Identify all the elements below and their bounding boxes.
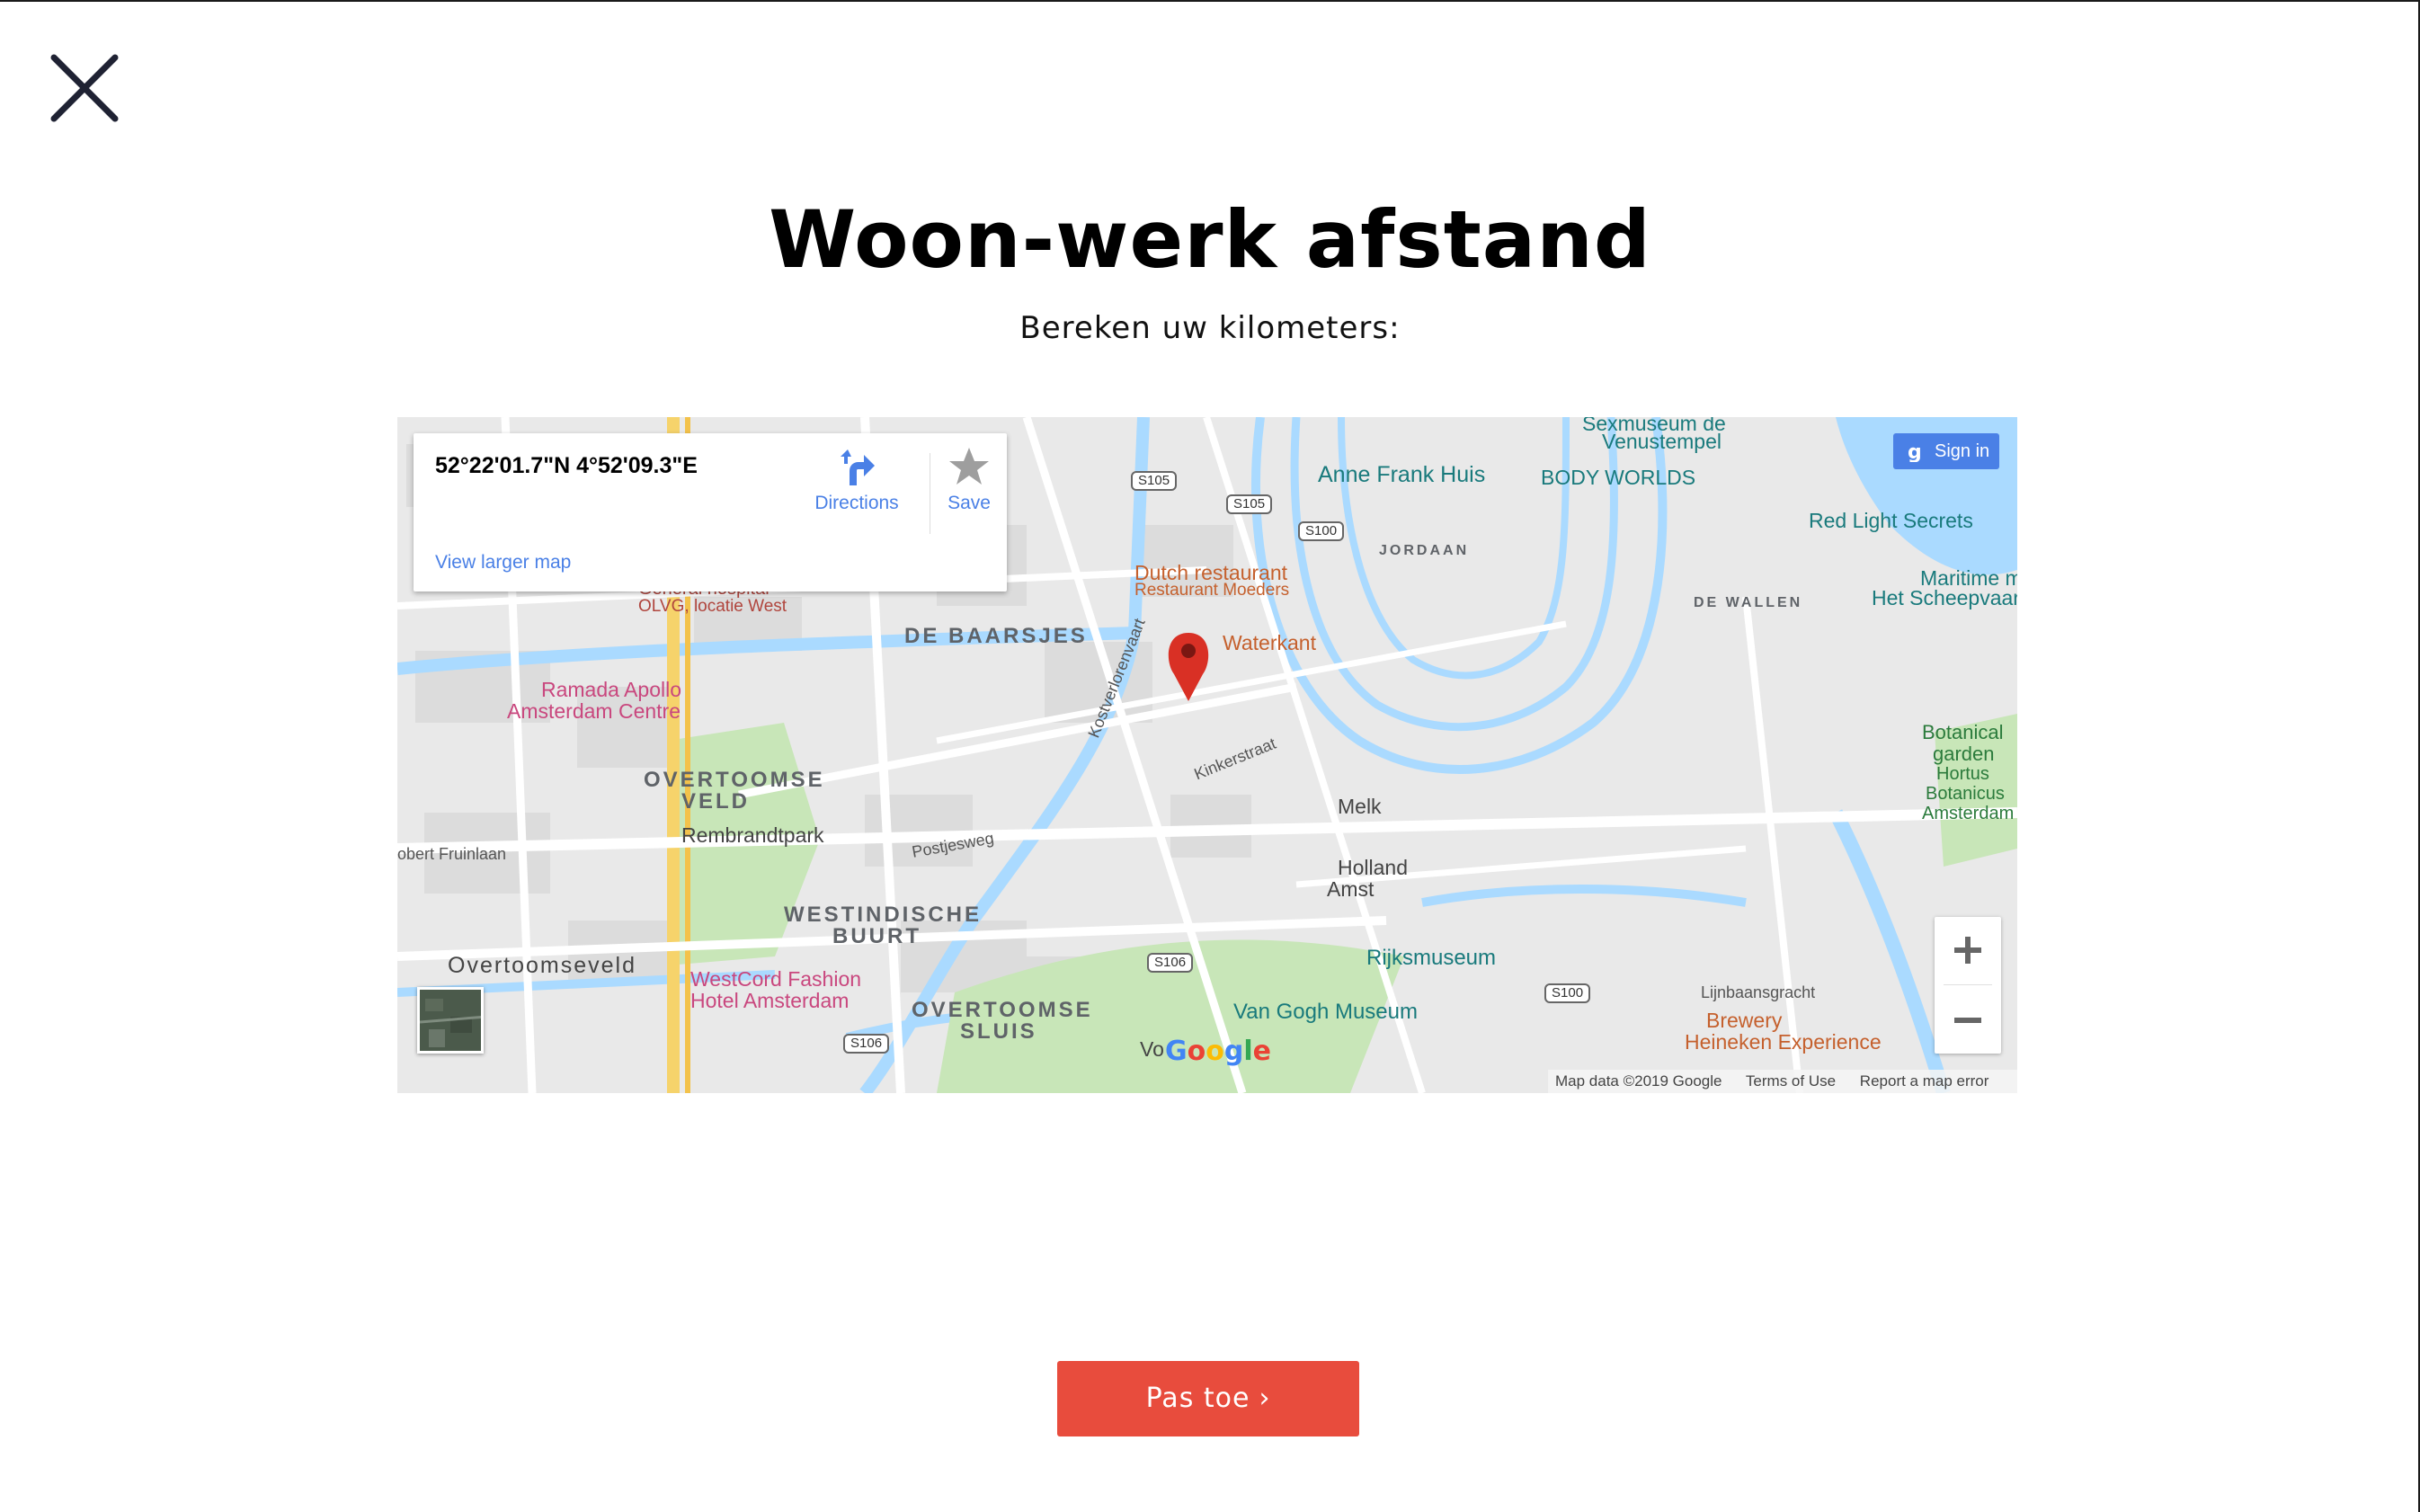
poi-sexmuseum-2[interactable]: Venustempel <box>1602 430 1722 454</box>
map-attribution: Map data ©2019 Google Terms of Use Repor… <box>1548 1070 2017 1093</box>
district-westindische-2: BUURT <box>832 924 921 948</box>
poi-anne-frank[interactable]: Anne Frank Huis <box>1318 462 1485 488</box>
close-icon <box>50 54 119 122</box>
district-de-wallen: DE WALLEN <box>1694 595 1803 610</box>
poi-westcord-2[interactable]: Hotel Amsterdam <box>690 989 849 1013</box>
top-border <box>0 0 2420 2</box>
apply-button[interactable]: Pas toe › <box>1057 1361 1359 1436</box>
poi-brewery-2[interactable]: Heineken Experience <box>1685 1030 1882 1054</box>
road-shield-s105-1: S105 <box>1131 471 1178 491</box>
label-holland-1: Holland <box>1338 856 1408 879</box>
chevron-right-icon: › <box>1259 1383 1271 1414</box>
directions-label: Directions <box>814 493 899 513</box>
directions-button[interactable]: Directions <box>798 448 915 514</box>
poi-general-hospital-2[interactable]: OLVG, locatie West <box>638 597 787 617</box>
poi-maritime-2[interactable]: Het Scheepvaartm <box>1872 586 2017 610</box>
label-holland-2: Amst <box>1327 877 1375 901</box>
label-vo: Vo <box>1140 1037 1164 1061</box>
poi-body-worlds[interactable]: BODY WORLDS <box>1541 466 1695 490</box>
district-overtoomse-sluis-2: SLUIS <box>960 1019 1037 1044</box>
google-logo: Google <box>1165 1036 1272 1067</box>
save-label: Save <box>948 493 991 513</box>
poi-botanical-5[interactable]: Amsterdam <box>1922 804 2014 824</box>
report-map-error-link[interactable]: Report a map error <box>1860 1072 1989 1090</box>
star-icon <box>949 448 989 485</box>
poi-westcord-1[interactable]: WestCord Fashion <box>690 967 861 992</box>
zoom-in-button[interactable] <box>1935 917 2001 983</box>
poi-rijksmuseum[interactable]: Rijksmuseum <box>1366 946 1496 971</box>
close-button[interactable] <box>47 50 122 126</box>
poi-botanical-3[interactable]: Hortus <box>1936 764 1989 785</box>
poi-botanical-1[interactable]: Botanical <box>1922 721 2004 744</box>
satellite-toggle[interactable] <box>417 987 484 1054</box>
poi-waterkant[interactable]: Waterkant <box>1223 631 1316 655</box>
plus-icon <box>1954 937 1981 964</box>
poi-dutch-restaurant-2[interactable]: Restaurant Moeders <box>1134 581 1289 600</box>
map-embed[interactable]: DE BAARSJES OVERTOOMSE VELD WESTINDISCHE… <box>397 417 2017 1093</box>
label-lijnbaansgracht: Lijnbaansgracht <box>1701 983 1816 1001</box>
view-larger-map-link[interactable]: View larger map <box>435 552 571 574</box>
poi-botanical-4[interactable]: Botanicus <box>1926 784 2005 805</box>
road-shield-s100-1: S100 <box>1298 521 1345 541</box>
label-overtoomseveld: Overtoomseveld <box>448 953 637 978</box>
zoom-out-button[interactable] <box>1935 987 2001 1054</box>
sign-in-button[interactable]: g Sign in <box>1893 433 1999 469</box>
poi-ramada-2[interactable]: Amsterdam Centre <box>507 699 681 724</box>
district-de-baarsjes: DE BAARSJES <box>904 624 1088 648</box>
poi-brewery-1[interactable]: Brewery <box>1706 1009 1782 1033</box>
road-shield-s105-2: S105 <box>1226 494 1273 514</box>
label-rembrandtpark: Rembrandtpark <box>681 823 824 847</box>
zoom-control <box>1935 917 2001 1054</box>
label-robert-fruinlaan: obert Fruinlaan <box>397 845 507 863</box>
svg-text:g: g <box>1908 441 1922 462</box>
page-subtitle: Bereken uw kilometers: <box>1019 310 1401 346</box>
directions-icon <box>841 449 875 485</box>
road-shield-s106-1: S106 <box>1147 953 1194 973</box>
google-g-icon: g <box>1908 441 1922 462</box>
coordinates-text: 52°22'01.7"N 4°52'09.3"E <box>435 453 698 478</box>
label-melk: Melk <box>1338 795 1382 818</box>
terms-of-use-link[interactable]: Terms of Use <box>1746 1072 1836 1090</box>
poi-botanical-2[interactable]: garden <box>1933 743 1995 766</box>
map-data-text: Map data ©2019 Google <box>1555 1072 1722 1090</box>
apply-label: Pas toe <box>1145 1383 1250 1414</box>
sign-in-label: Sign in <box>1935 441 1990 461</box>
road-shield-s100-2: S100 <box>1544 983 1591 1003</box>
poi-red-light-secrets[interactable]: Red Light Secrets <box>1809 509 1973 533</box>
minus-icon <box>1954 1018 1981 1023</box>
road-shield-s106-2: S106 <box>843 1034 890 1054</box>
poi-ramada-1[interactable]: Ramada Apollo <box>541 678 681 702</box>
map-info-card: 52°22'01.7"N 4°52'09.3"E Directions Save… <box>414 433 1007 591</box>
poi-van-gogh-museum[interactable]: Van Gogh Museum <box>1233 1000 1418 1025</box>
zoom-separator <box>1944 984 1992 985</box>
district-overtoomse-veld-2: VELD <box>681 789 751 814</box>
district-jordaan: JORDAAN <box>1379 543 1470 558</box>
satellite-thumbnail-icon <box>420 990 481 1051</box>
page-title: Woon-werk afstand <box>769 193 1651 286</box>
save-button[interactable]: Save <box>933 446 1005 514</box>
